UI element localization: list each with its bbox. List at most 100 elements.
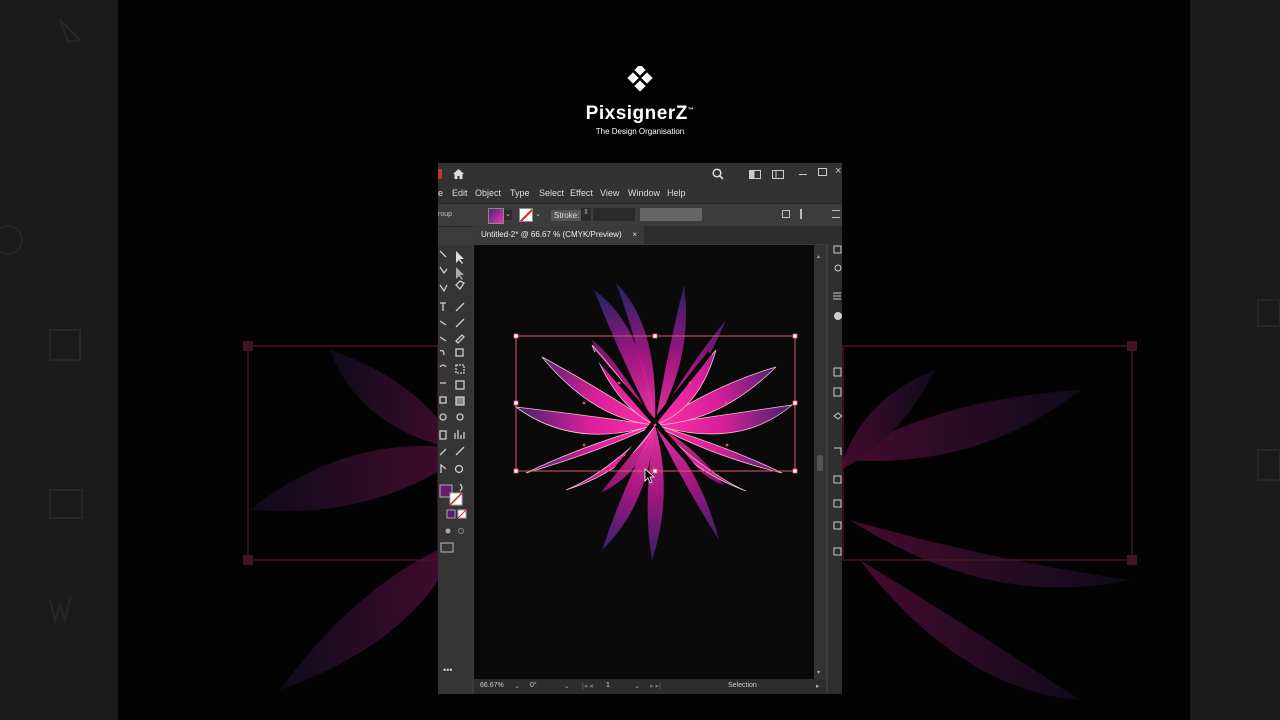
gradient-tool-icon[interactable] — [455, 396, 465, 406]
document-tab[interactable]: Untitled-2* @ 66.67 % (CMYK/Preview) × — [474, 226, 644, 244]
maximize-icon[interactable] — [818, 168, 827, 176]
column-graph-icon[interactable] — [454, 430, 465, 439]
scroll-up-icon[interactable]: ▴ — [817, 253, 822, 260]
eraser-icon[interactable] — [455, 334, 465, 344]
pencil-icon[interactable] — [439, 336, 447, 342]
eyedropper-icon[interactable] — [439, 413, 447, 421]
magic-wand-icon[interactable] — [456, 267, 464, 280]
hand-tool-icon[interactable] — [440, 463, 447, 473]
menu-edit[interactable]: Edit — [452, 188, 468, 198]
right-panels-strip — [828, 238, 842, 694]
direct-selection-icon[interactable] — [439, 250, 447, 258]
zoom-level[interactable]: 66.67% — [480, 682, 504, 689]
transform-panel-icon[interactable] — [833, 475, 842, 484]
menu-view[interactable]: View — [600, 188, 619, 198]
appearance-panel-icon[interactable] — [833, 412, 842, 420]
close-icon[interactable]: × — [835, 165, 841, 177]
menu-bar: e Edit Object Type Select Effect View Wi… — [438, 185, 842, 203]
fill-color-swatch[interactable] — [488, 208, 504, 224]
flower-artwork[interactable] — [474, 245, 814, 679]
align-icon[interactable] — [782, 210, 790, 218]
variable-width-profile[interactable] — [640, 208, 702, 221]
document-tab-title: Untitled-2* @ 66.67 % (CMYK/Preview) — [481, 230, 622, 239]
more-tools-icon[interactable]: ••• — [443, 665, 452, 675]
artboard-tool-icon[interactable] — [439, 448, 447, 456]
layers-panel-icon[interactable] — [833, 292, 841, 300]
draw-behind-icon[interactable] — [458, 528, 464, 534]
lasso-icon[interactable] — [439, 266, 448, 275]
last-artboard-icon[interactable]: ▸ ▸| — [650, 682, 661, 690]
mesh-tool-icon[interactable] — [439, 396, 447, 404]
align-panel-icon[interactable] — [833, 499, 842, 508]
menu-effect[interactable]: Effect — [570, 188, 593, 198]
properties-panel-icon[interactable] — [833, 245, 842, 254]
fill-dropdown-chevron-icon[interactable]: ⌄ — [504, 210, 512, 220]
layout-icon[interactable] — [772, 170, 784, 179]
color-panel-icon[interactable] — [834, 312, 842, 320]
curvature-tool-icon[interactable] — [455, 280, 465, 291]
free-transform-icon[interactable] — [455, 364, 465, 374]
line-segment-icon[interactable] — [455, 302, 465, 312]
minimize-icon[interactable] — [799, 174, 807, 175]
pathfinder-panel-icon[interactable] — [833, 521, 842, 530]
status-menu-icon[interactable]: ▸ — [816, 682, 820, 690]
perspective-grid-icon[interactable] — [455, 380, 465, 390]
paintbrush-icon[interactable] — [455, 318, 465, 328]
transform-icon[interactable] — [800, 209, 810, 219]
tools-panel-icons: ••• — [439, 250, 467, 675]
type-tool-icon[interactable] — [440, 302, 446, 311]
arrange-icon[interactable] — [749, 170, 761, 179]
libraries-panel-icon[interactable] — [834, 264, 842, 272]
zoom-tool-icon[interactable] — [454, 464, 464, 474]
rotation-value[interactable]: 0° — [530, 682, 537, 689]
search-icon[interactable] — [712, 168, 724, 180]
logo-tagline: The Design Organisation — [595, 127, 685, 136]
stroke-dropdown-chevron-icon[interactable]: ⌄ — [535, 210, 543, 220]
rectangle-tool-icon[interactable] — [439, 320, 447, 326]
menu-window[interactable]: Window — [628, 188, 660, 198]
rotate-tool-icon[interactable] — [439, 349, 445, 356]
symbol-sprayer-icon[interactable] — [439, 430, 447, 440]
home-icon[interactable] — [452, 168, 465, 180]
swap-fill-stroke-icon[interactable] — [459, 483, 463, 492]
slice-tool-icon[interactable] — [455, 446, 465, 456]
stroke-weight-input[interactable] — [593, 208, 635, 221]
panel-menu-icon[interactable] — [832, 210, 840, 218]
vertical-scrollbar[interactable]: ▴ ▾ — [814, 245, 826, 679]
graphic-styles-icon[interactable] — [834, 447, 842, 455]
artboard-dropdown-chevron-icon[interactable]: ⌄ — [634, 682, 640, 690]
color-mode-icon[interactable] — [446, 509, 456, 519]
stroke-color-swatch[interactable] — [519, 208, 533, 222]
warp-tool-icon[interactable] — [439, 364, 447, 368]
draw-normal-icon[interactable] — [445, 528, 451, 534]
stroke-weight-stepper[interactable]: ⇕ — [581, 208, 591, 221]
menu-help[interactable]: Help — [667, 188, 686, 198]
document-tab-close-icon[interactable]: × — [632, 226, 637, 244]
first-artboard-icon[interactable]: |◂ ◂ — [582, 682, 593, 690]
pixsignerz-logo: PixsignerZ™ The Design Organisation — [540, 64, 740, 136]
scroll-thumb[interactable] — [817, 455, 823, 471]
artboard-canvas[interactable] — [474, 245, 814, 679]
menu-select[interactable]: Select — [539, 188, 564, 198]
asset-export-icon[interactable] — [833, 387, 842, 397]
title-bar: × — [438, 163, 842, 185]
tools-panel: ••• — [438, 245, 472, 694]
zoom-dropdown-chevron-icon[interactable]: ⌄ — [514, 682, 520, 690]
artboards-panel-icon[interactable] — [833, 367, 842, 377]
screen-mode-icon[interactable] — [440, 542, 454, 553]
scale-tool-icon[interactable] — [455, 348, 464, 357]
selection-tool-icon[interactable] — [456, 251, 464, 264]
menu-type[interactable]: Type — [510, 188, 530, 198]
rotation-dropdown-chevron-icon[interactable]: ⌄ — [564, 682, 570, 690]
selection-type-label: roup — [438, 211, 453, 218]
app-logo-icon — [438, 169, 442, 179]
pen-tool-icon[interactable] — [439, 284, 448, 293]
blend-tool-icon[interactable] — [456, 413, 464, 421]
artboard-number[interactable]: 1 — [606, 682, 610, 689]
menu-file[interactable]: e — [438, 188, 443, 198]
control-bar: roup ⌄ ⌄ Stroke: ⇕ — [438, 203, 842, 227]
scroll-down-icon[interactable]: ▾ — [817, 669, 822, 676]
menu-object[interactable]: Object — [475, 188, 501, 198]
stroke-panel-icon[interactable] — [833, 547, 842, 556]
stroke-label[interactable]: Stroke: — [551, 210, 583, 221]
